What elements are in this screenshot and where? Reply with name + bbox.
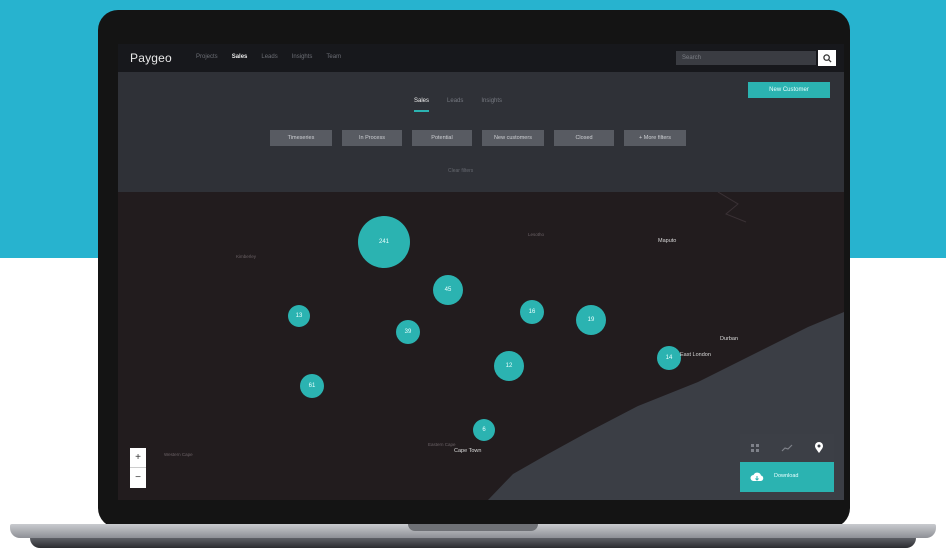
download-label: Download (774, 473, 799, 479)
stage: Paygeo Projects Sales Leads Insights Tea… (0, 0, 946, 556)
laptop-notch (408, 524, 538, 531)
view-tabs: Sales Leads Insights (414, 98, 502, 112)
map-cluster[interactable]: 12 (494, 351, 524, 381)
app-logo: Paygeo (130, 51, 172, 65)
map-cluster[interactable]: 16 (520, 300, 544, 324)
new-customer-button[interactable]: New Customer (748, 82, 830, 98)
map-cluster[interactable]: 13 (288, 305, 310, 327)
tab-sales[interactable]: Sales (414, 98, 430, 112)
map-label-region: Kimberley (236, 254, 257, 259)
map-place-label: Durban (720, 336, 739, 342)
laptop-base-shadow (30, 538, 916, 548)
map-label-region: Eastern Cape (428, 442, 456, 447)
map-cluster[interactable]: 19 (576, 305, 606, 335)
cloud-download-icon (750, 472, 764, 481)
filter-panel: New Customer Sales Leads Insights Timese… (118, 72, 844, 192)
filter-chip-timeseries[interactable]: Timeseries (270, 130, 332, 146)
tab-insights[interactable]: Insights (481, 98, 502, 112)
more-filters-button[interactable]: + More filters (624, 130, 686, 146)
filter-chip-potential[interactable]: Potential (412, 130, 472, 146)
tab-leads[interactable]: Leads (447, 98, 463, 112)
map-place-label: Cape Town (454, 448, 482, 454)
map-place-label: Maputo (658, 238, 677, 244)
chart-icon[interactable] (781, 443, 793, 453)
top-bar: Paygeo Projects Sales Leads Insights Tea… (118, 44, 844, 72)
main-nav: Projects Sales Leads Insights Team (196, 54, 341, 60)
download-button[interactable]: Download (740, 462, 834, 492)
map-view[interactable]: Kimberley Western Cape Lesotho Eastern C… (118, 192, 844, 500)
map-cluster[interactable]: 241 (358, 216, 410, 268)
zoom-in-button[interactable]: + (130, 448, 146, 468)
search-input[interactable]: Search (676, 51, 816, 65)
app-screen: Paygeo Projects Sales Leads Insights Tea… (118, 44, 844, 500)
grid-icon[interactable] (750, 443, 760, 453)
map-cluster[interactable]: 6 (473, 419, 495, 441)
clear-filters-link[interactable]: Clear filters (448, 168, 473, 174)
zoom-out-button[interactable]: − (130, 468, 146, 488)
search-button[interactable] (818, 50, 836, 66)
nav-item-projects[interactable]: Projects (196, 54, 218, 60)
map-cluster[interactable]: 39 (396, 320, 420, 344)
map-label-region: Lesotho (528, 232, 545, 237)
filter-chip-closed[interactable]: Closed (554, 130, 614, 146)
search-icon (822, 53, 832, 63)
zoom-control: + − (130, 448, 146, 488)
map-cluster[interactable]: 61 (300, 374, 324, 398)
filter-chips: Timeseries In Process Potential New cust… (270, 130, 686, 146)
nav-item-insights[interactable]: Insights (292, 54, 313, 60)
map-cluster[interactable]: 45 (433, 275, 463, 305)
nav-item-leads[interactable]: Leads (261, 54, 277, 60)
map-label-region: Western Cape (164, 452, 193, 457)
nav-item-team[interactable]: Team (326, 54, 341, 60)
map-pin-icon[interactable] (814, 442, 824, 454)
filter-chip-new-customers[interactable]: New customers (482, 130, 544, 146)
view-switcher-panel: Download (740, 434, 834, 492)
nav-item-sales[interactable]: Sales (232, 54, 248, 60)
map-place-label: East London (680, 352, 711, 358)
filter-chip-in-process[interactable]: In Process (342, 130, 402, 146)
map-cluster[interactable]: 14 (657, 346, 681, 370)
